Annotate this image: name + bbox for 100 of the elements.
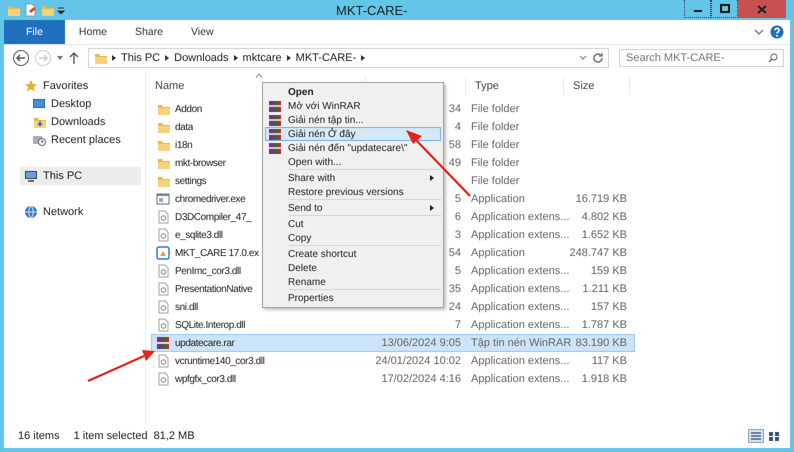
sidebar-item[interactable]: Network [4, 203, 145, 221]
date-modified: 54 [448, 247, 461, 259]
menu-item[interactable]: Open with... [265, 155, 441, 169]
file-type: Application extens... [471, 211, 570, 223]
file-icon [156, 282, 170, 296]
column-header[interactable]: Size [564, 77, 630, 95]
close-button[interactable] [738, 0, 786, 18]
menu-item[interactable]: Delete [265, 261, 441, 275]
file-name[interactable]: PenImc_cor3.dll [175, 266, 241, 276]
chevron-icon[interactable] [361, 55, 366, 61]
file-name[interactable]: wpfgfx_cor3.dll [175, 374, 236, 384]
menu-item[interactable]: Copy [265, 231, 441, 245]
file-name[interactable]: MKT_CARE 17.0.ex [175, 248, 259, 258]
ribbon-tab[interactable]: Share [120, 20, 177, 44]
menu-item[interactable]: Cut [265, 217, 441, 231]
back-button[interactable] [12, 49, 30, 67]
file-name[interactable]: settings [175, 176, 206, 186]
menu-item[interactable]: Giải nén đến "updatecare\" [265, 141, 441, 155]
sidebar-item[interactable]: Recent places [4, 131, 145, 149]
date-modified: 4 [454, 121, 461, 133]
caret-icon[interactable] [57, 6, 65, 14]
file-menu-tab[interactable]: File [4, 20, 65, 44]
ribbon-tab[interactable]: Home [64, 20, 121, 44]
chevron-icon[interactable] [165, 55, 170, 61]
tiles-view-button[interactable] [766, 429, 782, 443]
file-size: 1.918 KB [582, 373, 627, 385]
address-bar[interactable]: This PC Downloads mktcare MKT-CARE- [88, 48, 609, 68]
properties-icon[interactable] [23, 3, 37, 17]
file-name[interactable]: sni.dll [175, 302, 198, 312]
caret-icon[interactable] [56, 55, 64, 61]
menu-item[interactable]: Properties [265, 291, 441, 305]
search-field[interactable]: Search MKT-CARE- [619, 49, 784, 67]
menu-item[interactable]: Giải nén Ở đây [265, 127, 441, 141]
help-icon[interactable] [770, 25, 784, 39]
maximize-button[interactable] [711, 0, 738, 18]
chevron-down-icon[interactable] [579, 55, 587, 61]
archive-icon [268, 114, 282, 126]
file-size: 157 KB [590, 301, 627, 313]
search-icon[interactable] [768, 53, 778, 63]
archive-icon [268, 100, 282, 112]
menu-item[interactable]: Mở với WinRAR [265, 99, 441, 113]
ribbon-tab[interactable]: View [176, 20, 228, 44]
chevron-icon[interactable] [112, 55, 116, 61]
column-header[interactable]: Type [466, 77, 564, 95]
menu-item[interactable]: Share with [265, 171, 441, 185]
breadcrumb-item[interactable]: MKT-CARE- [296, 52, 356, 64]
file-name[interactable]: PresentationNative [175, 284, 252, 294]
date-modified: 24/01/2024 10:02 [375, 355, 461, 367]
sidebar-item[interactable]: Favorites [4, 77, 145, 95]
file-type: Application extens... [471, 301, 570, 313]
breadcrumb-item[interactable]: mktcare [242, 52, 282, 64]
file-name[interactable]: i18n [175, 140, 192, 150]
item-count: 16 items [18, 430, 60, 442]
menu-item[interactable]: Send to [265, 201, 441, 215]
menu-item[interactable]: Giải nén tập tin... [265, 113, 441, 127]
folder-icon [93, 51, 107, 65]
date-modified: 5 [454, 193, 461, 205]
file-name[interactable]: Addon [175, 104, 202, 114]
file-name[interactable]: vcruntime140_cor3.dll [175, 356, 264, 366]
chevron-icon[interactable] [234, 55, 238, 61]
sidebar-item[interactable]: Desktop [4, 95, 145, 113]
file-name[interactable]: updatecare.rar [175, 338, 234, 348]
archive-icon [156, 336, 170, 350]
file-type: File folder [471, 157, 520, 169]
menu-item[interactable]: Restore previous versions [265, 185, 441, 199]
file-type: File folder [471, 139, 520, 151]
tiles-view-icon [768, 430, 780, 442]
folder-icon [156, 120, 170, 134]
file-size: 16.719 KB [576, 193, 627, 205]
folder-icon [156, 156, 170, 170]
menu-item[interactable]: Create shortcut [265, 247, 441, 261]
date-modified: 49 [448, 157, 461, 169]
date-modified: 5 [454, 265, 461, 277]
sidebar-item[interactable]: Downloads [4, 113, 145, 131]
file-name[interactable]: D3DCompiler_47_ [175, 212, 252, 222]
details-view-button[interactable] [748, 429, 764, 443]
up-arrow-icon[interactable] [68, 51, 80, 65]
refresh-icon[interactable] [592, 52, 604, 64]
selected-row[interactable]: updatecare.rar 13/06/2024 9:05 Tập tin nén WinRAR 83.190 KB [151, 334, 635, 352]
chevron-icon[interactable] [286, 55, 291, 61]
star-icon [24, 79, 38, 93]
file-type: Application [471, 247, 525, 259]
file-name[interactable]: e_sqlite3.dll [175, 230, 223, 240]
date-modified: 17/02/2024 4:16 [381, 373, 461, 385]
chevron-down-icon[interactable] [754, 28, 764, 36]
file-name[interactable]: chromedriver.exe [175, 194, 246, 204]
minimize-button[interactable] [684, 0, 711, 18]
date-modified: 3 [454, 229, 461, 241]
menu-item[interactable]: Rename [265, 275, 441, 289]
folder-icon [156, 138, 170, 152]
file-name[interactable]: mkt-browser [175, 158, 226, 168]
file-name[interactable]: SQLite.Interop.dll [175, 320, 246, 330]
breadcrumb-item[interactable]: Downloads [174, 52, 229, 64]
date-modified: 13/06/2024 9:05 [381, 337, 461, 349]
file-name[interactable]: data [175, 122, 193, 132]
sidebar-item[interactable]: This PC [20, 167, 141, 185]
date-modified: 35 [448, 283, 461, 295]
breadcrumb-item[interactable]: This PC [121, 52, 160, 64]
file-type: Application extens... [471, 319, 570, 331]
folder-icon [156, 102, 170, 116]
